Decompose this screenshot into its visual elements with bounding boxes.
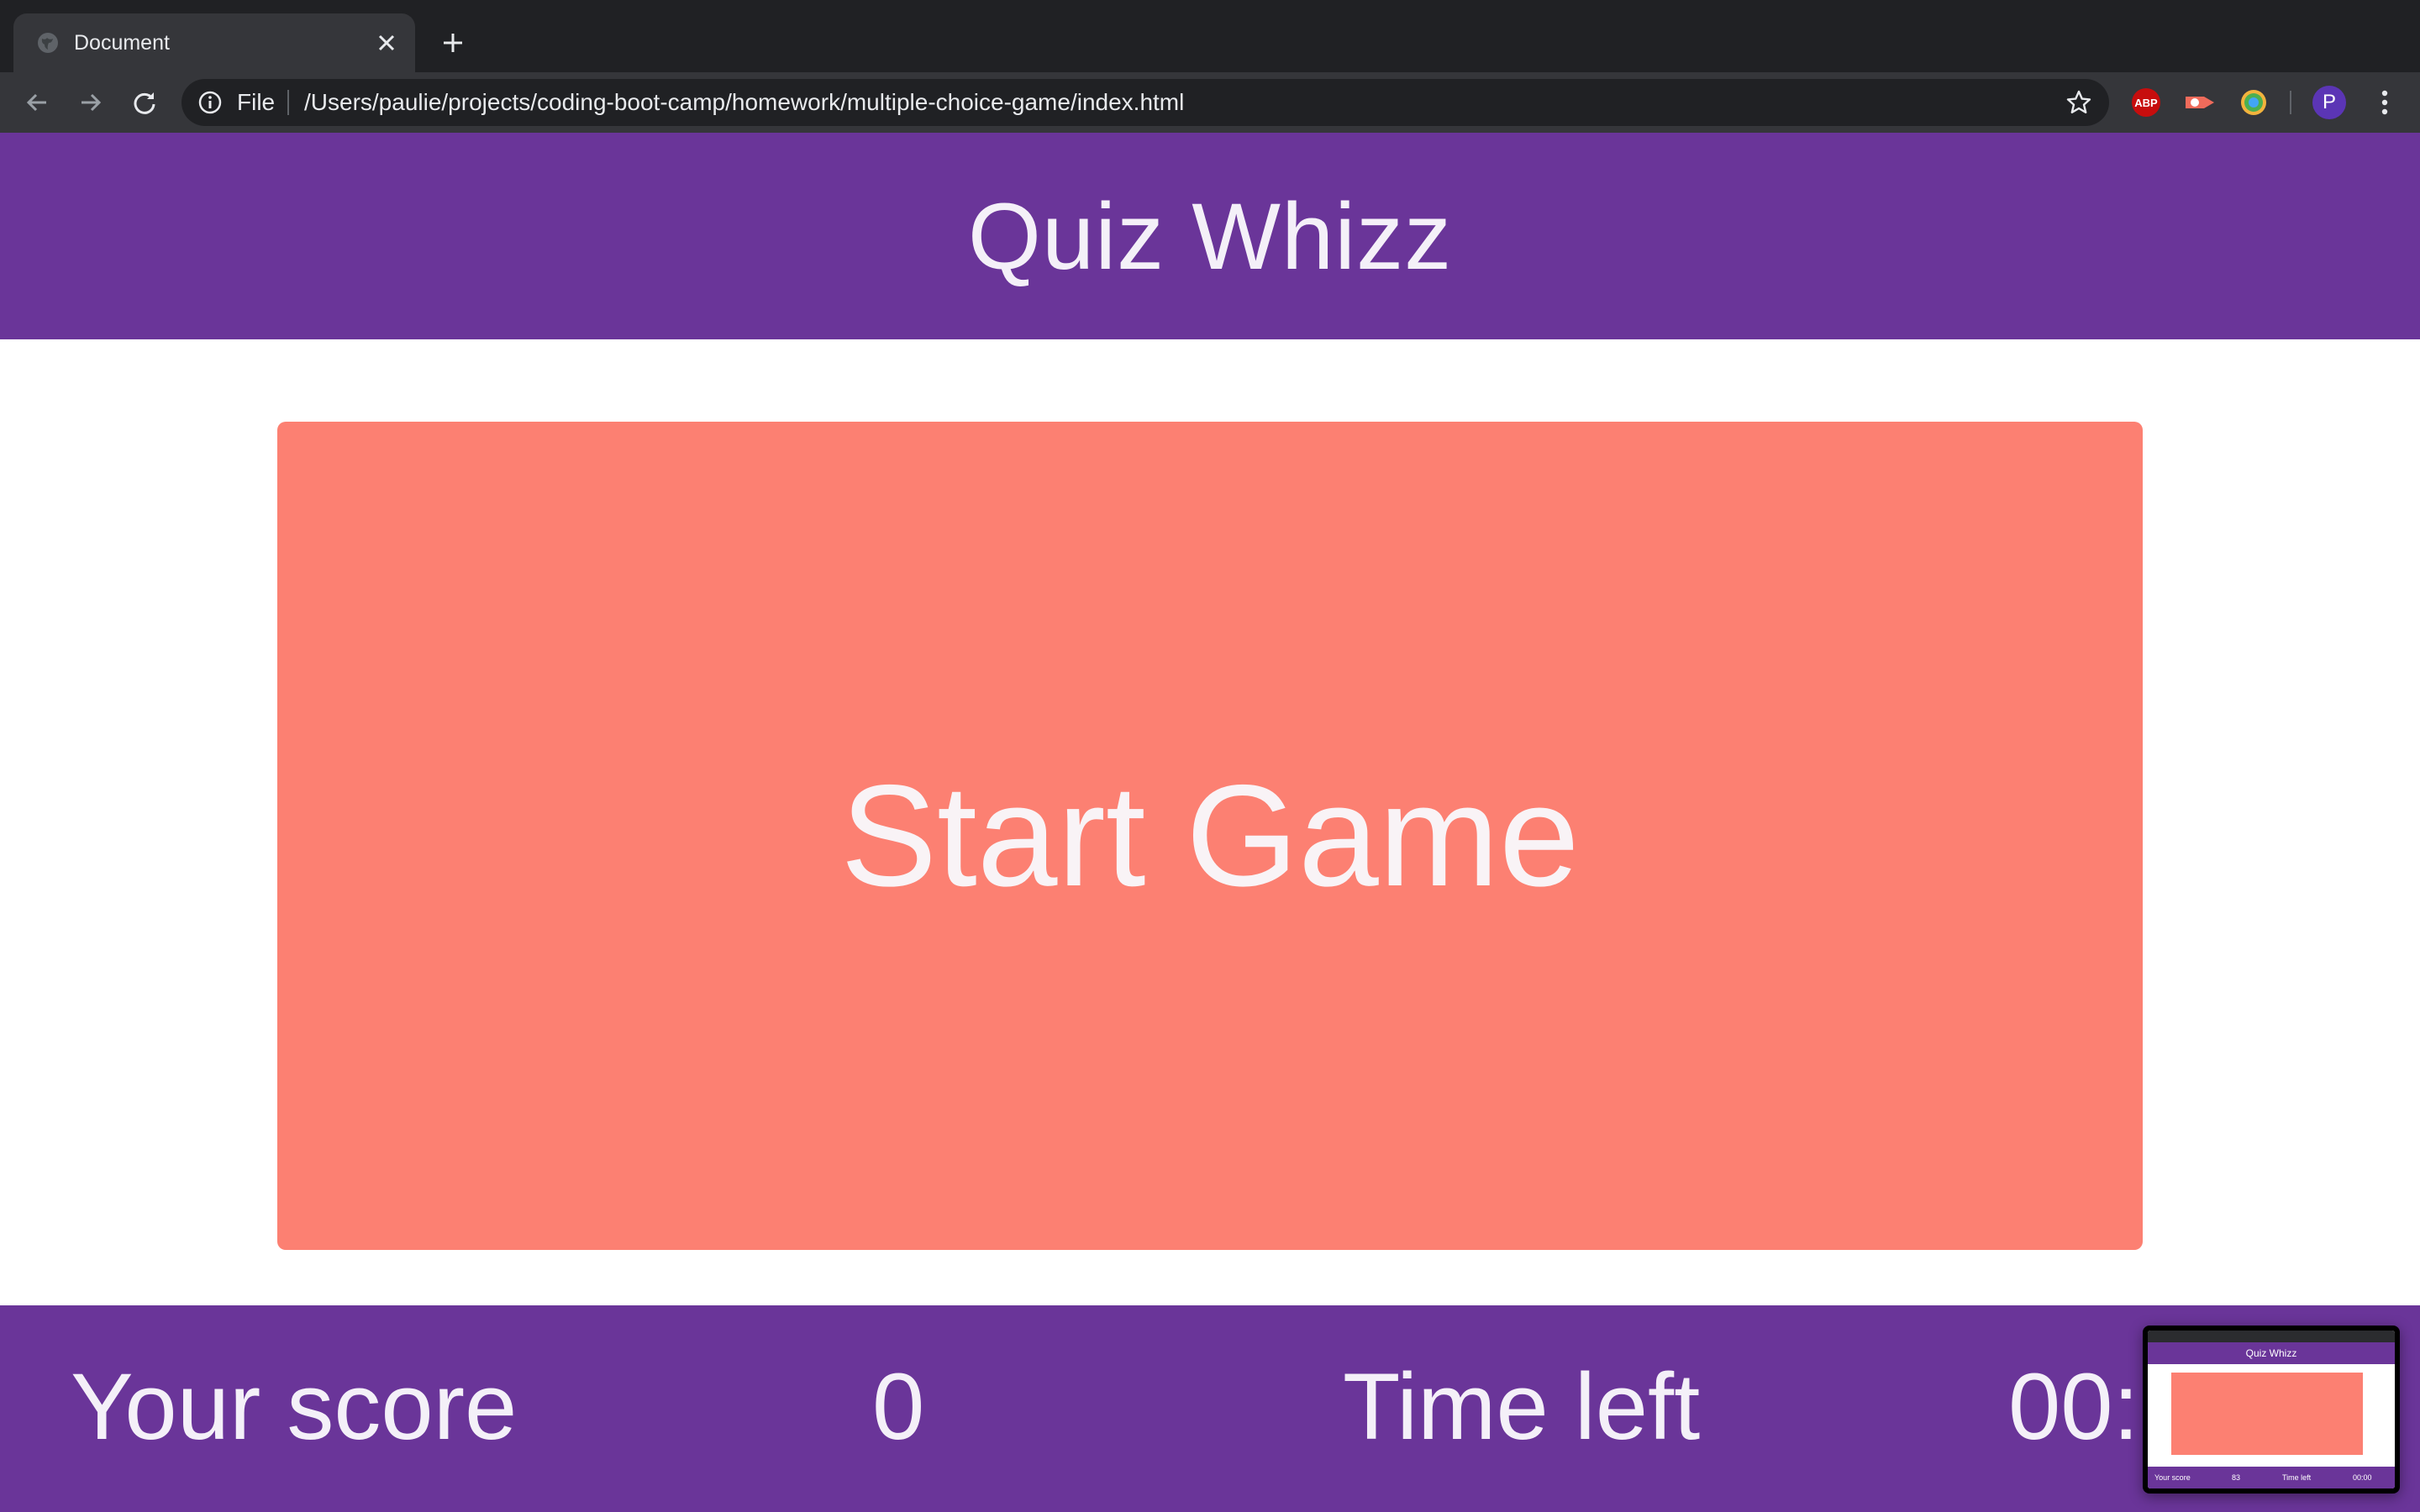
thumbnail-score-label: Your score	[2154, 1473, 2191, 1482]
bookmark-star-icon[interactable]	[2064, 87, 2094, 118]
thumbnail-score-value: 83	[2232, 1473, 2241, 1482]
screenshot-thumbnail[interactable]: Quiz Whizz Your score 83 Time left 00:00	[2143, 1326, 2400, 1494]
thumbnail-footer: Your score 83 Time left 00:00	[2148, 1467, 2395, 1488]
page-title: Quiz Whizz	[967, 183, 1453, 289]
score-value: 0	[872, 1354, 925, 1459]
time-left-label: Time left	[1343, 1354, 1701, 1459]
address-scheme-label: File	[237, 89, 276, 115]
address-divider	[287, 90, 289, 115]
browser-tab-strip: Document	[0, 0, 2420, 72]
start-game-button[interactable]: Start Game	[277, 422, 2143, 1250]
browser-toolbar: File /Users/paulie/projects/coding-boot-…	[0, 72, 2420, 133]
thumbnail-panel	[2171, 1373, 2363, 1455]
thumbnail-time-value: 00:00	[2353, 1473, 2372, 1482]
forward-arrow-icon[interactable]	[72, 84, 109, 121]
start-game-label: Start Game	[840, 755, 1580, 916]
globe-icon	[35, 30, 60, 55]
score-label: Your score	[71, 1354, 518, 1459]
back-arrow-icon[interactable]	[18, 84, 55, 121]
more-vert-icon[interactable]	[2368, 86, 2402, 119]
close-icon[interactable]	[370, 26, 403, 60]
thumbnail-time-label: Time left	[2282, 1473, 2312, 1482]
time-left-value: 00:	[2008, 1354, 2139, 1459]
reload-icon[interactable]	[126, 84, 163, 121]
toolbar-separator	[2290, 91, 2291, 114]
score-footer: Your score 0 Time left 00:	[0, 1305, 2420, 1512]
address-url[interactable]: /Users/paulie/projects/coding-boot-camp/…	[304, 88, 1184, 117]
address-bar[interactable]: File /Users/paulie/projects/coding-boot-…	[182, 79, 2109, 126]
thumbnail-browser-chrome	[2148, 1331, 2395, 1342]
tab-title: Document	[74, 31, 170, 55]
page-header: Quiz Whizz	[0, 133, 2420, 339]
recording-extension-icon[interactable]	[2183, 86, 2217, 119]
info-icon[interactable]	[197, 89, 224, 116]
color-extension-icon[interactable]	[2237, 86, 2270, 119]
adblock-extension-icon[interactable]: ABP	[2129, 86, 2163, 119]
new-tab-button[interactable]	[434, 24, 472, 62]
profile-avatar[interactable]: P	[2312, 86, 2346, 119]
browser-tab[interactable]: Document	[13, 13, 415, 72]
thumbnail-title: Quiz Whizz	[2148, 1342, 2395, 1364]
